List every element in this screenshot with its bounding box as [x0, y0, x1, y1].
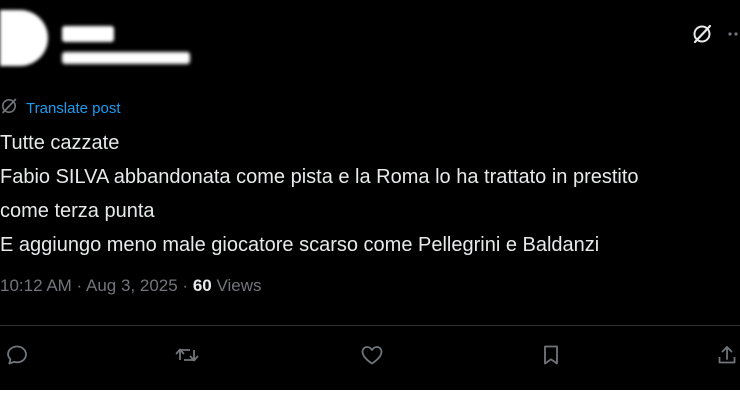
repost-icon: [174, 343, 200, 372]
post-date[interactable]: Aug 3, 2025: [86, 276, 178, 295]
action-bar: [0, 340, 740, 376]
meta-separator: ·: [71, 276, 86, 295]
like-icon: [359, 343, 385, 372]
post-line: Fabio SILVA abbandonata come pista e la …: [0, 166, 639, 188]
post-line: E aggiungo meno male giocatore scarso co…: [0, 234, 600, 256]
more-icon[interactable]: [722, 20, 740, 48]
tweet-card: Translate post Tutte cazzate Fabio SILVA…: [0, 0, 740, 390]
views-label[interactable]: Views: [212, 276, 261, 295]
post-meta: 10:12 AM · Aug 3, 2025 · 60 Views: [0, 276, 262, 296]
post-text: Tutte cazzate Fabio SILVA abbandonata co…: [0, 126, 740, 262]
share-button[interactable]: [710, 340, 740, 374]
reply-button[interactable]: [0, 340, 34, 374]
like-button[interactable]: [355, 340, 389, 374]
post-line: come terza punta: [0, 200, 155, 222]
repost-button[interactable]: [170, 340, 204, 374]
views-count[interactable]: 60: [193, 276, 212, 295]
translate-icon: [0, 97, 18, 119]
avatar[interactable]: [0, 10, 48, 66]
translate-post-link[interactable]: Translate post: [26, 100, 121, 117]
grok-icon[interactable]: [688, 20, 716, 48]
handle-redacted[interactable]: [62, 52, 190, 64]
bookmark-icon: [539, 343, 563, 372]
post-time[interactable]: 10:12 AM: [0, 276, 72, 295]
share-icon: [715, 343, 739, 372]
bookmark-button[interactable]: [534, 340, 568, 374]
meta-separator: ·: [177, 276, 193, 295]
post-line: Tutte cazzate: [0, 132, 120, 154]
display-name-redacted[interactable]: [62, 26, 114, 42]
divider: [0, 325, 740, 326]
reply-icon: [5, 343, 29, 372]
translate-post[interactable]: Translate post: [0, 97, 121, 119]
